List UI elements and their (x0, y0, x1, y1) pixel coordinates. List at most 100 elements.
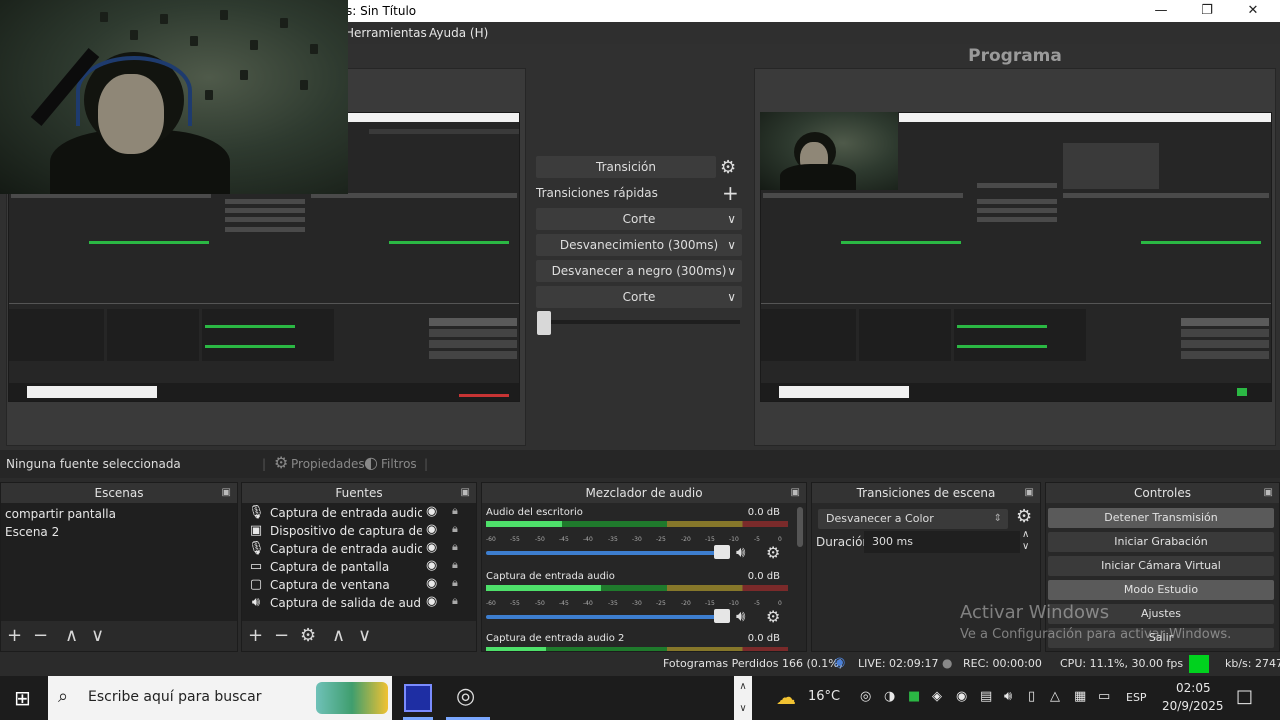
add-quick-transition-icon[interactable]: + (722, 181, 739, 205)
eye-icon[interactable]: ◉ (426, 541, 437, 555)
source-item[interactable]: ▭ Captura de pantalla ◉ 🔒︎ (246, 559, 464, 577)
eye-icon[interactable]: ◉ (426, 505, 437, 519)
lock-icon[interactable]: 🔒︎ (452, 541, 458, 554)
taskbar-app-icon[interactable] (404, 684, 432, 712)
speaker-icon[interactable]: 🔊︎ (736, 543, 745, 561)
notifications-icon[interactable]: □ (1236, 686, 1253, 707)
tray-icon[interactable]: ◑ (884, 689, 895, 704)
controls-header: Controles ▣ (1046, 483, 1279, 503)
channel-level (486, 647, 546, 651)
filter-icon[interactable]: ◐ (364, 453, 378, 472)
eye-icon[interactable]: ◉ (426, 577, 437, 591)
undock-icon[interactable]: ▣ (791, 483, 800, 503)
properties-button[interactable]: Propiedades (291, 457, 365, 471)
channel-db: 0.0 dB (747, 507, 780, 518)
add-icon[interactable]: + (7, 625, 22, 646)
undock-icon[interactable]: ▣ (1264, 483, 1273, 503)
quick-transition-cut[interactable]: Corte ∨ (536, 208, 742, 230)
volume-icon[interactable]: 🔊︎ (1004, 689, 1012, 704)
filters-button[interactable]: Filtros (381, 457, 417, 471)
volume-slider[interactable] (486, 551, 726, 555)
battery-icon[interactable]: ▯ (1028, 689, 1035, 704)
taskbar-scroll[interactable]: ∧ ∨ (734, 676, 752, 720)
taskbar-search[interactable]: ⌕ Escribe aquí para buscar (48, 676, 392, 720)
gear-icon[interactable]: ⚙ (1016, 506, 1032, 527)
move-up-icon[interactable]: ∧ (65, 625, 78, 646)
lock-icon[interactable]: 🔒︎ (452, 523, 458, 536)
minimize-button[interactable]: — (1138, 2, 1184, 20)
studio-mode-button[interactable]: Modo Estudio (1048, 580, 1274, 600)
source-item[interactable]: ▢ Captura de ventana ◉ 🔒︎ (246, 577, 464, 595)
source-item[interactable]: 🎙︎ Captura de entrada audio ◉ 🔒︎ (246, 505, 464, 523)
stop-streaming-button[interactable]: Detener Transmisión (1048, 508, 1274, 528)
undock-icon[interactable]: ▣ (222, 483, 231, 503)
remove-icon[interactable]: − (274, 625, 289, 646)
move-up-icon[interactable]: ∧ (332, 625, 345, 646)
chevron-down-icon[interactable]: ∨ (727, 260, 736, 282)
undock-icon[interactable]: ▣ (461, 483, 470, 503)
windows-start-icon[interactable]: ⊞ (14, 686, 31, 710)
obs-app-icon[interactable]: ◎ (456, 684, 475, 709)
tbar-handle[interactable] (537, 311, 551, 335)
chevron-down-icon[interactable]: ∨ (727, 208, 736, 230)
network-icon[interactable]: ▭ (1098, 689, 1110, 704)
close-button[interactable]: ✕ (1230, 2, 1276, 20)
scenes-footer: + − ∧ ∨ (1, 621, 237, 651)
nested-button (1181, 329, 1269, 337)
transition-select[interactable]: Desvanecer a Color ⇕ (818, 509, 1008, 529)
source-item[interactable]: 🎙︎ Captura de entrada audio 2 ◉ 🔒︎ (246, 541, 464, 559)
chevron-down-icon[interactable]: ∨ (727, 234, 736, 256)
quick-transition-cut-2[interactable]: Corte ∨ (536, 286, 742, 308)
add-icon[interactable]: + (248, 625, 263, 646)
lock-icon[interactable]: 🔒︎ (452, 595, 458, 608)
window-icon: ▢ (249, 577, 263, 592)
eye-icon[interactable]: ◉ (426, 595, 437, 609)
clock-date[interactable]: 20/9/2025 (1162, 699, 1224, 713)
gear-icon[interactable]: ⚙ (766, 543, 780, 562)
quick-transition-fade-black[interactable]: Desvanecer a negro (300ms) ∨ (536, 260, 742, 282)
remove-icon[interactable]: − (33, 625, 48, 646)
transition-button[interactable]: Transición (536, 156, 716, 178)
scene-item[interactable]: Escena 2 (5, 525, 59, 539)
volume-knob[interactable] (714, 609, 730, 623)
clock-time[interactable]: 02:05 (1176, 681, 1211, 695)
gear-icon[interactable]: ⚙ (766, 607, 780, 626)
lock-icon[interactable]: 🔒︎ (452, 577, 458, 590)
move-down-icon[interactable]: ∨ (358, 625, 371, 646)
mixer-scrollbar[interactable] (797, 507, 803, 547)
source-item[interactable]: 🔊︎ Captura de salida de audio ◉ 🔒︎ (246, 595, 464, 613)
undock-icon[interactable]: ▣ (1025, 483, 1034, 503)
tray-icon[interactable]: ◈ (932, 689, 942, 704)
duration-input[interactable]: 300 ms (864, 531, 1020, 553)
speaker-icon[interactable]: 🔊︎ (736, 607, 745, 625)
nested-row (977, 208, 1057, 213)
scene-item[interactable]: compartir pantalla (5, 507, 116, 521)
tray-icon[interactable]: ◉ (956, 689, 967, 704)
move-down-icon[interactable]: ∨ (91, 625, 104, 646)
source-item[interactable]: ▣ Dispositivo de captura de video ◉ 🔒︎ (246, 523, 464, 541)
start-virtual-camera-button[interactable]: Iniciar Cámara Virtual (1048, 556, 1274, 576)
lock-icon[interactable]: 🔒︎ (452, 505, 458, 518)
tray-icon[interactable]: △ (1050, 689, 1060, 704)
gear-icon[interactable]: ⚙ (720, 157, 736, 178)
tray-icon[interactable]: ◎ (860, 689, 871, 704)
tray-icon[interactable]: ▤ (980, 689, 992, 704)
maximize-button[interactable]: ❐ (1184, 2, 1230, 20)
tray-icon[interactable]: ▦ (1074, 689, 1086, 704)
lock-icon[interactable]: 🔒︎ (452, 559, 458, 572)
language-indicator[interactable]: ESP (1126, 691, 1147, 704)
gear-icon[interactable]: ⚙ (300, 625, 316, 646)
tray-icon[interactable]: ■ (908, 689, 920, 704)
eye-icon[interactable]: ◉ (426, 559, 437, 573)
volume-knob[interactable] (714, 545, 730, 559)
eye-icon[interactable]: ◉ (426, 523, 437, 537)
duration-stepper[interactable]: ∧ ∨ (1022, 529, 1029, 553)
chevron-down-icon[interactable]: ∨ (727, 286, 736, 308)
volume-slider[interactable] (486, 615, 726, 619)
menu-ayuda[interactable]: Ayuda (H) (429, 26, 488, 40)
gear-icon[interactable]: ⚙ (274, 453, 288, 472)
menu-herramientas[interactable]: Herramientas (345, 26, 427, 40)
start-recording-button[interactable]: Iniciar Grabación (1048, 532, 1274, 552)
quick-transition-fade[interactable]: Desvanecimiento (300ms) ∨ (536, 234, 742, 256)
tbar-track[interactable] (540, 320, 740, 324)
